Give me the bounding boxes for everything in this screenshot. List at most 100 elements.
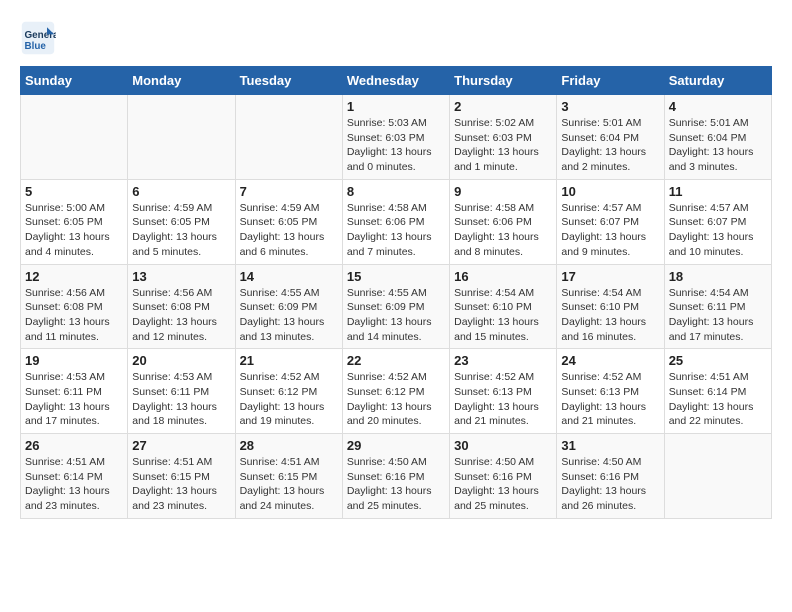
day-number: 26 — [25, 438, 123, 453]
calendar-cell: 1 Sunrise: 5:03 AMSunset: 6:03 PMDaylight… — [342, 95, 449, 180]
day-number: 9 — [454, 184, 552, 199]
calendar-cell: 28 Sunrise: 4:51 AMSunset: 6:15 PMDayligh… — [235, 434, 342, 519]
day-info: Sunrise: 4:51 AMSunset: 6:15 PMDaylight:… — [132, 455, 230, 514]
day-info: Sunrise: 4:56 AMSunset: 6:08 PMDaylight:… — [25, 286, 123, 345]
page-header: General Blue — [20, 20, 772, 56]
day-info: Sunrise: 5:01 AMSunset: 6:04 PMDaylight:… — [669, 116, 767, 175]
day-info: Sunrise: 4:51 AMSunset: 6:14 PMDaylight:… — [669, 370, 767, 429]
day-number: 14 — [240, 269, 338, 284]
day-info: Sunrise: 4:58 AMSunset: 6:06 PMDaylight:… — [347, 201, 445, 260]
header-tuesday: Tuesday — [235, 67, 342, 95]
day-info: Sunrise: 4:58 AMSunset: 6:06 PMDaylight:… — [454, 201, 552, 260]
day-number: 24 — [561, 353, 659, 368]
calendar-cell: 2Sunrise: 5:02 AMSunset: 6:03 PMDaylight… — [450, 95, 557, 180]
calendar-cell: 7 Sunrise: 4:59 AMSunset: 6:05 PMDaylight… — [235, 179, 342, 264]
day-number: 27 — [132, 438, 230, 453]
calendar-cell: 5Sunrise: 5:00 AMSunset: 6:05 PMDaylight… — [21, 179, 128, 264]
day-number: 10 — [561, 184, 659, 199]
day-number: 23 — [454, 353, 552, 368]
day-info: Sunrise: 5:00 AMSunset: 6:05 PMDaylight:… — [25, 201, 123, 260]
calendar-week-row: 19 Sunrise: 4:53 AMSunset: 6:11 PMDayligh… — [21, 349, 772, 434]
day-number: 12 — [25, 269, 123, 284]
calendar-cell: 20Sunrise: 4:53 AMSunset: 6:11 PMDayligh… — [128, 349, 235, 434]
header-wednesday: Wednesday — [342, 67, 449, 95]
day-info: Sunrise: 4:52 AMSunset: 6:12 PMDaylight:… — [347, 370, 445, 429]
calendar-cell: 27 Sunrise: 4:51 AMSunset: 6:15 PMDayligh… — [128, 434, 235, 519]
day-info: Sunrise: 4:52 AMSunset: 6:12 PMDaylight:… — [240, 370, 338, 429]
day-info: Sunrise: 4:56 AMSunset: 6:08 PMDaylight:… — [132, 286, 230, 345]
day-number: 8 — [347, 184, 445, 199]
calendar-cell: 24 Sunrise: 4:52 AMSunset: 6:13 PMDayligh… — [557, 349, 664, 434]
day-info: Sunrise: 4:52 AMSunset: 6:13 PMDaylight:… — [454, 370, 552, 429]
calendar-cell: 26 Sunrise: 4:51 AMSunset: 6:14 PMDayligh… — [21, 434, 128, 519]
day-info: Sunrise: 4:51 AMSunset: 6:15 PMDaylight:… — [240, 455, 338, 514]
calendar-table: SundayMondayTuesdayWednesdayThursdayFrid… — [20, 66, 772, 519]
header-friday: Friday — [557, 67, 664, 95]
svg-text:Blue: Blue — [25, 41, 47, 52]
calendar-cell: 6 Sunrise: 4:59 AMSunset: 6:05 PMDaylight… — [128, 179, 235, 264]
calendar-cell: 21 Sunrise: 4:52 AMSunset: 6:12 PMDayligh… — [235, 349, 342, 434]
day-number: 19 — [25, 353, 123, 368]
day-info: Sunrise: 5:03 AMSunset: 6:03 PMDaylight:… — [347, 116, 445, 175]
day-info: Sunrise: 4:53 AMSunset: 6:11 PMDaylight:… — [25, 370, 123, 429]
day-number: 1 — [347, 99, 445, 114]
day-number: 17 — [561, 269, 659, 284]
day-info: Sunrise: 4:50 AMSunset: 6:16 PMDaylight:… — [561, 455, 659, 514]
day-number: 29 — [347, 438, 445, 453]
calendar-cell — [128, 95, 235, 180]
calendar-cell: 23 Sunrise: 4:52 AMSunset: 6:13 PMDayligh… — [450, 349, 557, 434]
day-number: 28 — [240, 438, 338, 453]
calendar-cell: 16Sunrise: 4:54 AMSunset: 6:10 PMDayligh… — [450, 264, 557, 349]
day-number: 31 — [561, 438, 659, 453]
day-info: Sunrise: 4:55 AMSunset: 6:09 PMDaylight:… — [240, 286, 338, 345]
calendar-cell: 18Sunrise: 4:54 AMSunset: 6:11 PMDayligh… — [664, 264, 771, 349]
calendar-cell: 9 Sunrise: 4:58 AMSunset: 6:06 PMDaylight… — [450, 179, 557, 264]
day-info: Sunrise: 5:01 AMSunset: 6:04 PMDaylight:… — [561, 116, 659, 175]
day-number: 21 — [240, 353, 338, 368]
day-info: Sunrise: 4:52 AMSunset: 6:13 PMDaylight:… — [561, 370, 659, 429]
header-thursday: Thursday — [450, 67, 557, 95]
day-number: 25 — [669, 353, 767, 368]
header-sunday: Sunday — [21, 67, 128, 95]
calendar-cell: 8 Sunrise: 4:58 AMSunset: 6:06 PMDaylight… — [342, 179, 449, 264]
day-number: 3 — [561, 99, 659, 114]
day-number: 7 — [240, 184, 338, 199]
header-saturday: Saturday — [664, 67, 771, 95]
day-info: Sunrise: 4:54 AMSunset: 6:10 PMDaylight:… — [454, 286, 552, 345]
calendar-cell: 10Sunrise: 4:57 AMSunset: 6:07 PMDayligh… — [557, 179, 664, 264]
day-number: 22 — [347, 353, 445, 368]
calendar-week-row: 1 Sunrise: 5:03 AMSunset: 6:03 PMDaylight… — [21, 95, 772, 180]
calendar-cell — [21, 95, 128, 180]
calendar-cell: 29 Sunrise: 4:50 AMSunset: 6:16 PMDayligh… — [342, 434, 449, 519]
day-info: Sunrise: 5:02 AMSunset: 6:03 PMDaylight:… — [454, 116, 552, 175]
day-info: Sunrise: 4:50 AMSunset: 6:16 PMDaylight:… — [347, 455, 445, 514]
calendar-header-row: SundayMondayTuesdayWednesdayThursdayFrid… — [21, 67, 772, 95]
day-info: Sunrise: 4:59 AMSunset: 6:05 PMDaylight:… — [132, 201, 230, 260]
calendar-cell: 11 Sunrise: 4:57 AMSunset: 6:07 PMDayligh… — [664, 179, 771, 264]
calendar-week-row: 26 Sunrise: 4:51 AMSunset: 6:14 PMDayligh… — [21, 434, 772, 519]
day-number: 11 — [669, 184, 767, 199]
day-number: 30 — [454, 438, 552, 453]
day-info: Sunrise: 4:50 AMSunset: 6:16 PMDaylight:… — [454, 455, 552, 514]
calendar-cell: 13Sunrise: 4:56 AMSunset: 6:08 PMDayligh… — [128, 264, 235, 349]
calendar-cell: 3 Sunrise: 5:01 AMSunset: 6:04 PMDaylight… — [557, 95, 664, 180]
day-info: Sunrise: 4:59 AMSunset: 6:05 PMDaylight:… — [240, 201, 338, 260]
calendar-cell: 19 Sunrise: 4:53 AMSunset: 6:11 PMDayligh… — [21, 349, 128, 434]
day-info: Sunrise: 4:54 AMSunset: 6:10 PMDaylight:… — [561, 286, 659, 345]
day-info: Sunrise: 4:51 AMSunset: 6:14 PMDaylight:… — [25, 455, 123, 514]
day-info: Sunrise: 4:57 AMSunset: 6:07 PMDaylight:… — [669, 201, 767, 260]
calendar-week-row: 5Sunrise: 5:00 AMSunset: 6:05 PMDaylight… — [21, 179, 772, 264]
calendar-cell: 22 Sunrise: 4:52 AMSunset: 6:12 PMDayligh… — [342, 349, 449, 434]
day-number: 6 — [132, 184, 230, 199]
logo: General Blue — [20, 20, 60, 56]
day-number: 4 — [669, 99, 767, 114]
day-info: Sunrise: 4:55 AMSunset: 6:09 PMDaylight:… — [347, 286, 445, 345]
calendar-cell: 31 Sunrise: 4:50 AMSunset: 6:16 PMDayligh… — [557, 434, 664, 519]
calendar-cell: 12 Sunrise: 4:56 AMSunset: 6:08 PMDayligh… — [21, 264, 128, 349]
calendar-cell: 14 Sunrise: 4:55 AMSunset: 6:09 PMDayligh… — [235, 264, 342, 349]
calendar-cell: 4 Sunrise: 5:01 AMSunset: 6:04 PMDaylight… — [664, 95, 771, 180]
calendar-cell: 15Sunrise: 4:55 AMSunset: 6:09 PMDayligh… — [342, 264, 449, 349]
header-monday: Monday — [128, 67, 235, 95]
day-info: Sunrise: 4:54 AMSunset: 6:11 PMDaylight:… — [669, 286, 767, 345]
day-number: 20 — [132, 353, 230, 368]
